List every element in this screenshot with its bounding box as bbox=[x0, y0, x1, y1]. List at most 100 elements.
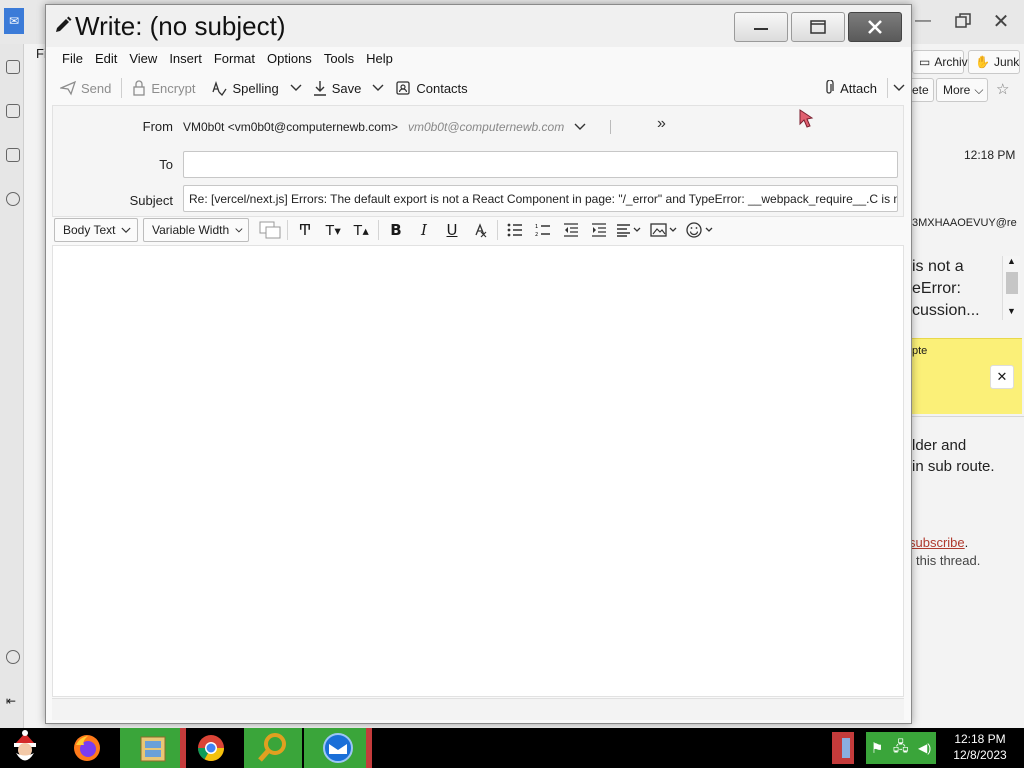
smaller-text-button[interactable]: T▾ bbox=[320, 218, 346, 242]
more-recipients-button[interactable]: » bbox=[657, 115, 666, 133]
start-button[interactable] bbox=[2, 728, 48, 768]
attach-button[interactable]: Attach bbox=[815, 74, 885, 102]
maximize-button[interactable] bbox=[791, 12, 845, 42]
calendar-icon[interactable] bbox=[6, 104, 20, 118]
italic-icon: I bbox=[421, 221, 427, 239]
close-icon[interactable]: ✕ bbox=[990, 365, 1014, 389]
font-select[interactable]: Variable Width bbox=[143, 218, 249, 242]
scroll-thumb[interactable] bbox=[1006, 272, 1018, 294]
image-icon bbox=[650, 223, 677, 237]
clock-date: 12/8/2023 bbox=[953, 748, 1007, 762]
to-label: To bbox=[159, 157, 173, 172]
unsubscribe-link[interactable]: subscribe bbox=[909, 535, 965, 550]
file-explorer-taskbar-button[interactable] bbox=[120, 728, 186, 768]
svg-text:1: 1 bbox=[535, 224, 538, 230]
menu-view[interactable]: View bbox=[123, 51, 163, 66]
format-toolbar: Body Text Variable Width Ͳ T▾ T▴ B I U 1… bbox=[52, 217, 904, 243]
menu-tools[interactable]: Tools bbox=[318, 51, 360, 66]
archive-icon: ▭ bbox=[919, 55, 931, 69]
outdent-button[interactable] bbox=[558, 218, 584, 242]
magnifier-icon bbox=[258, 733, 286, 762]
contacts-button[interactable]: Contacts bbox=[387, 74, 475, 102]
menu-file[interactable]: File bbox=[56, 51, 89, 66]
divider bbox=[910, 416, 1024, 417]
to-field[interactable] bbox=[183, 151, 898, 178]
bold-icon: B bbox=[390, 221, 402, 239]
status-bar bbox=[52, 698, 904, 720]
bg-restore-button[interactable] bbox=[946, 6, 980, 36]
message-body-editor[interactable] bbox=[52, 245, 904, 697]
italic-button[interactable]: I bbox=[411, 218, 437, 242]
font-size-button[interactable]: Ͳ bbox=[292, 218, 318, 242]
bg-archive-button[interactable]: ▭ Archive bbox=[912, 50, 974, 74]
encrypt-button[interactable]: Encrypt bbox=[124, 74, 203, 102]
star-icon[interactable]: ☆ bbox=[996, 80, 1009, 98]
attach-dropdown[interactable] bbox=[890, 74, 908, 102]
maximize-icon bbox=[810, 20, 826, 34]
chevron-down-icon bbox=[121, 227, 132, 233]
subject-label: Subject bbox=[129, 193, 173, 208]
paragraph-format-select[interactable]: Body Text bbox=[54, 218, 138, 242]
bg-more-button[interactable]: More ⌵ bbox=[936, 78, 988, 102]
volume-icon[interactable]: ◀) bbox=[918, 741, 931, 755]
insert-image-button[interactable] bbox=[648, 218, 682, 242]
spelling-button[interactable]: Spelling bbox=[203, 74, 286, 102]
menu-insert[interactable]: Insert bbox=[163, 51, 208, 66]
menu-format[interactable]: Format bbox=[208, 51, 261, 66]
bg-junk-button[interactable]: ✋ Junk bbox=[968, 50, 1020, 74]
settings-icon[interactable] bbox=[6, 650, 20, 664]
divider bbox=[610, 120, 612, 134]
color-swatch-icon bbox=[259, 221, 281, 239]
save-button[interactable]: Save bbox=[305, 74, 370, 102]
taskbar: ⚑ 🖧 ◀) 12:18 PM 12/8/2023 bbox=[0, 728, 1024, 768]
network-flag-icon[interactable]: ⚑ bbox=[871, 740, 884, 757]
align-button[interactable] bbox=[614, 218, 646, 242]
send-button[interactable]: Send bbox=[52, 74, 119, 102]
compose-titlebar[interactable]: Write: (no subject) bbox=[46, 5, 911, 47]
clear-formatting-button[interactable] bbox=[467, 218, 493, 242]
firefox-taskbar-button[interactable] bbox=[66, 728, 108, 768]
tray-icon-flag[interactable] bbox=[832, 732, 854, 764]
tasks-icon[interactable] bbox=[6, 148, 20, 162]
close-button[interactable] bbox=[848, 12, 902, 42]
minimize-button[interactable] bbox=[734, 12, 788, 42]
bg-preview-scrollbar[interactable]: ▲ ▼ bbox=[1002, 256, 1020, 320]
network-icon[interactable]: 🖧 bbox=[893, 736, 909, 760]
scroll-up-icon[interactable]: ▲ bbox=[1007, 256, 1016, 266]
search-taskbar-button[interactable] bbox=[244, 728, 302, 768]
app-mail-icon[interactable]: ✉ bbox=[4, 8, 24, 34]
from-selector[interactable]: VM0b0t <vm0b0t@computernewb.com> vm0b0t@… bbox=[183, 116, 612, 138]
emoji-button[interactable] bbox=[684, 218, 718, 242]
tray-flag-detail bbox=[842, 738, 850, 758]
taskbar-clock[interactable]: 12:18 PM 12/8/2023 bbox=[944, 731, 1016, 763]
bg-close-button[interactable]: ✕ bbox=[984, 6, 1018, 36]
bullet-list-button[interactable] bbox=[502, 218, 528, 242]
menu-edit[interactable]: Edit bbox=[89, 51, 123, 66]
taskbar-edge bbox=[366, 728, 372, 768]
minimize-icon bbox=[754, 28, 768, 30]
chrome-taskbar-button[interactable] bbox=[190, 728, 232, 768]
bg-message-time: 12:18 PM bbox=[964, 148, 1016, 162]
subject-field[interactable]: Re: [vercel/next.js] Errors: The default… bbox=[183, 185, 898, 212]
bullet-list-icon bbox=[507, 223, 522, 237]
bold-button[interactable]: B bbox=[383, 218, 409, 242]
save-dropdown[interactable] bbox=[369, 74, 387, 102]
indent-button[interactable] bbox=[586, 218, 612, 242]
larger-text-button[interactable]: T▴ bbox=[348, 218, 374, 242]
bg-preview-line-3: cussion... bbox=[912, 302, 980, 319]
menu-help[interactable]: Help bbox=[360, 51, 399, 66]
address-book-icon[interactable] bbox=[6, 60, 20, 74]
text-color-button[interactable] bbox=[257, 218, 283, 242]
scroll-down-icon[interactable]: ▼ bbox=[1007, 306, 1016, 316]
collapse-icon[interactable]: ⇤ bbox=[6, 694, 20, 708]
indent-icon bbox=[592, 223, 606, 237]
download-icon bbox=[313, 81, 326, 96]
menu-options[interactable]: Options bbox=[261, 51, 318, 66]
spelling-dropdown[interactable] bbox=[287, 74, 305, 102]
underline-button[interactable]: U bbox=[439, 218, 465, 242]
numbered-list-button[interactable]: 12 bbox=[530, 218, 556, 242]
chat-icon[interactable] bbox=[6, 192, 20, 206]
text-smaller-icon: T▾ bbox=[325, 221, 341, 239]
thunderbird-taskbar-button[interactable] bbox=[304, 728, 372, 768]
bg-note-label: pte bbox=[912, 345, 928, 357]
